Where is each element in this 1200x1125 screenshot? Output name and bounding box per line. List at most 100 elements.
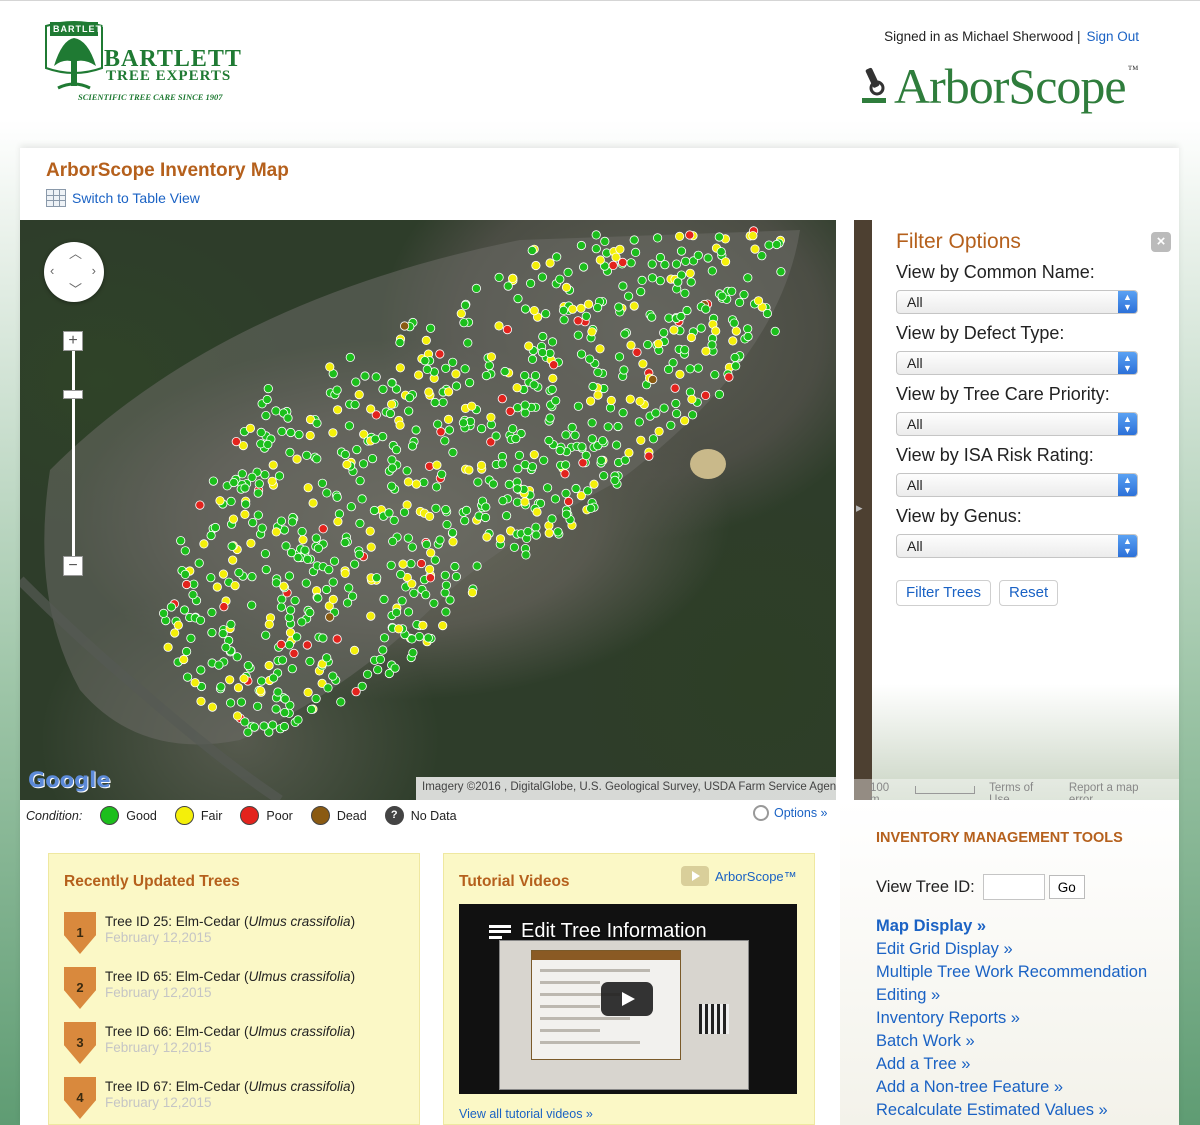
tree-marker[interactable] [286,427,296,438]
tree-marker[interactable] [357,494,367,504]
tree-marker[interactable] [413,370,424,380]
tree-id-input[interactable] [982,874,1045,900]
tree-marker[interactable] [280,707,290,718]
tree-marker[interactable] [464,378,475,388]
options-link[interactable]: Options » [753,805,828,821]
tree-marker[interactable] [271,578,281,588]
tree-marker[interactable] [324,565,334,575]
tree-marker[interactable] [432,460,442,470]
tree-marker[interactable] [750,244,760,254]
list-item[interactable]: 3 Tree ID 66: Elm-Cedar (Ulmus crassifol… [64,1022,404,1070]
tree-marker[interactable] [520,497,530,507]
tree-marker[interactable] [497,394,507,404]
genus-select[interactable]: All ▲ ▼ [896,534,1138,558]
tree-marker[interactable] [654,426,664,436]
tree-marker[interactable] [659,328,669,338]
tree-marker[interactable] [438,397,448,407]
tree-marker[interactable] [263,439,273,449]
tree-marker[interactable] [246,538,256,548]
tree-marker[interactable] [183,672,193,682]
tree-marker[interactable] [379,594,389,604]
tree-marker[interactable] [753,296,764,306]
tree-marker[interactable] [358,459,369,469]
tree-marker[interactable] [714,389,725,399]
tree-marker[interactable] [311,533,321,543]
tree-marker[interactable] [615,244,625,254]
tree-marker[interactable] [340,568,350,578]
filter-trees-button[interactable]: Filter Trees [896,580,992,606]
tree-marker[interactable] [344,583,354,593]
tree-marker[interactable] [328,594,338,604]
tree-marker[interactable] [538,331,548,342]
tree-marker[interactable] [257,676,267,686]
tree-marker[interactable] [494,321,504,331]
tree-marker[interactable] [555,445,565,456]
tree-marker[interactable] [240,483,250,493]
tree-marker[interactable] [236,697,246,707]
tree-marker[interactable] [596,455,606,465]
tree-marker[interactable] [352,445,362,455]
tree-marker[interactable] [342,459,352,470]
tree-marker[interactable] [396,569,406,579]
tree-marker[interactable] [520,304,531,314]
tree-marker[interactable] [461,505,472,515]
tree-marker[interactable] [273,687,283,697]
tree-marker[interactable] [529,380,539,390]
tree-marker[interactable] [196,696,206,706]
tree-marker[interactable] [618,408,628,418]
tree-marker[interactable] [671,398,681,409]
tree-marker[interactable] [366,611,376,621]
collapse-arrow-icon[interactable]: ▸ [856,500,863,516]
tree-marker[interactable] [430,555,440,565]
tree-marker[interactable] [539,455,549,465]
tree-marker[interactable] [451,369,461,379]
tree-marker[interactable] [714,232,724,242]
tree-marker[interactable] [253,701,263,711]
tree-marker[interactable] [391,445,402,455]
tree-marker[interactable] [321,584,332,595]
youtube-channel-link[interactable]: ArborScope™ [681,866,797,886]
tree-marker[interactable] [254,479,264,489]
tree-marker[interactable] [570,430,580,440]
tree-marker[interactable] [685,268,695,278]
view-all-videos-link[interactable]: View all tutorial videos » [459,1107,593,1121]
sign-out-link[interactable]: Sign Out [1086,29,1139,44]
tree-marker[interactable] [588,381,598,392]
tree-marker[interactable] [547,384,557,394]
tree-marker[interactable] [421,590,431,600]
tree-marker[interactable] [277,655,288,665]
tree-marker[interactable] [581,450,591,460]
zoom-slider-handle[interactable] [63,390,83,399]
tree-marker[interactable] [743,273,753,283]
tree-marker[interactable] [583,299,594,309]
tree-marker[interactable] [243,660,253,671]
tree-marker[interactable] [199,539,209,549]
tree-marker[interactable] [636,435,646,445]
tree-marker[interactable] [179,605,190,615]
tree-marker[interactable] [488,479,498,489]
tree-marker[interactable] [395,420,405,430]
tree-marker[interactable] [680,256,691,266]
tree-marker[interactable] [399,507,410,517]
tree-marker[interactable] [253,510,263,520]
tree-marker[interactable] [322,488,332,498]
tree-marker[interactable] [686,277,696,287]
tree-marker[interactable] [389,515,399,525]
tree-marker[interactable] [553,527,563,537]
tree-marker[interactable] [408,648,418,658]
tree-marker[interactable] [180,569,190,579]
tree-marker[interactable] [271,704,281,714]
tree-marker[interactable] [264,660,274,671]
tree-marker[interactable] [373,665,383,675]
tree-marker[interactable] [441,363,451,373]
tree-marker[interactable] [271,406,281,416]
tree-marker[interactable] [395,363,405,373]
tree-marker[interactable] [436,427,446,437]
tree-marker[interactable] [257,523,267,533]
tree-marker[interactable] [345,352,355,362]
tree-marker[interactable] [403,477,413,487]
tree-marker[interactable] [739,290,749,300]
tree-marker[interactable] [344,421,354,431]
tree-marker[interactable] [206,530,216,541]
tree-marker[interactable] [438,620,448,631]
